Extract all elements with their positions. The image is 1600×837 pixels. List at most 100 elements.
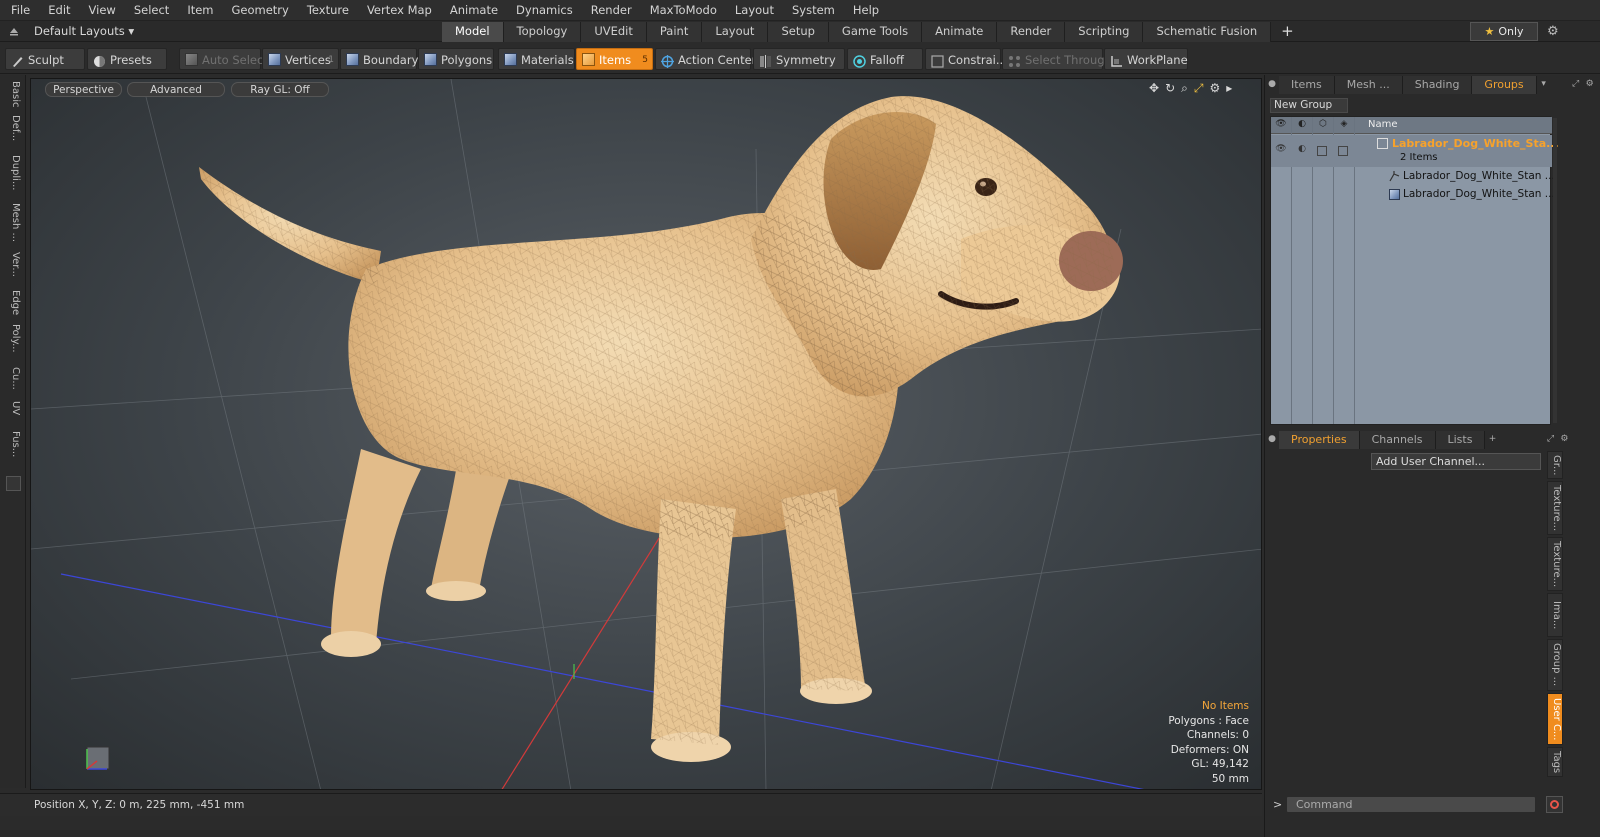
menu-dynamics[interactable]: Dynamics bbox=[507, 0, 582, 21]
tab-topology[interactable]: Topology bbox=[503, 22, 582, 42]
palette-extra-button[interactable] bbox=[6, 476, 21, 491]
tab-properties[interactable]: Properties bbox=[1279, 431, 1360, 449]
palette-tab-deform[interactable]: Def... bbox=[5, 115, 21, 141]
panel-gear-icon[interactable]: ⚙ bbox=[1583, 75, 1597, 94]
group-eye-icon[interactable]: 👁 bbox=[1275, 144, 1287, 156]
tab-render[interactable]: Render bbox=[997, 22, 1066, 42]
symmetry-button[interactable]: Symmetry bbox=[753, 48, 845, 70]
menu-help[interactable]: Help bbox=[844, 0, 888, 21]
menu-animate[interactable]: Animate bbox=[441, 0, 507, 21]
palette-tab-mesh[interactable]: Mesh ... bbox=[5, 203, 21, 242]
tab-scripting[interactable]: Scripting bbox=[1065, 22, 1144, 42]
menu-vertex-map[interactable]: Vertex Map bbox=[358, 0, 441, 21]
layout-dropdown[interactable]: Default Layouts ▾ bbox=[34, 21, 134, 42]
tab-shading[interactable]: Shading bbox=[1402, 76, 1473, 94]
tab-uvedit[interactable]: UVEdit bbox=[581, 22, 647, 42]
palette-tab-duplicate[interactable]: Dupli... bbox=[5, 155, 21, 190]
panel-gear-icon[interactable]: ⚙ bbox=[1557, 430, 1571, 449]
raygl-button[interactable]: Ray GL: Off bbox=[231, 82, 329, 97]
render-icon[interactable]: ◐ bbox=[1296, 119, 1308, 131]
action-center-button[interactable]: Action Center bbox=[655, 48, 756, 70]
panel-maximize-icon[interactable]: ⤢ bbox=[1543, 430, 1557, 449]
side-tab-user-channels[interactable]: User C... bbox=[1547, 693, 1563, 745]
panel-maximize-icon[interactable]: ⤢ bbox=[1569, 75, 1583, 94]
add-user-channel-button[interactable]: Add User Channel... bbox=[1371, 453, 1541, 470]
group-row[interactable]: 👁 ◐ Labrador_Dog_White_Sta... 2 Items bbox=[1271, 135, 1559, 167]
tab-layout[interactable]: Layout bbox=[702, 22, 769, 42]
labrador-dog-model[interactable] bbox=[199, 96, 1123, 762]
menu-item[interactable]: Item bbox=[178, 0, 222, 21]
boundary-button[interactable]: Boundary bbox=[340, 48, 418, 70]
menu-geometry[interactable]: Geometry bbox=[223, 0, 298, 21]
tab-schematic-fusion[interactable]: Schematic Fusion bbox=[1143, 22, 1272, 42]
select-icon[interactable]: ◈ bbox=[1338, 119, 1350, 131]
record-macro-button[interactable] bbox=[1546, 796, 1563, 813]
side-tab-tags[interactable]: Tags bbox=[1547, 747, 1563, 777]
add-panel-tab-button[interactable]: + bbox=[1485, 430, 1499, 449]
palette-tab-polygon[interactable]: Poly... bbox=[5, 324, 21, 353]
side-tab-texture-2[interactable]: Texture... bbox=[1547, 537, 1563, 591]
menu-maxtomodo[interactable]: MaxToModo bbox=[641, 0, 726, 21]
add-tab-button[interactable]: + bbox=[1271, 21, 1304, 42]
tab-groups[interactable]: Groups bbox=[1472, 76, 1537, 94]
tab-dropdown-icon[interactable]: ▾ bbox=[1537, 75, 1551, 94]
tab-animate[interactable]: Animate bbox=[922, 22, 998, 42]
workplane-button[interactable]: WorkPlane bbox=[1104, 48, 1188, 70]
menu-render[interactable]: Render bbox=[582, 0, 641, 21]
menu-view[interactable]: View bbox=[80, 0, 125, 21]
zoom-icon[interactable]: ⌕ bbox=[1181, 81, 1188, 96]
viewport-gear-icon[interactable]: ⚙ bbox=[1209, 81, 1220, 96]
vertices-button[interactable]: Vertices 1 bbox=[262, 48, 339, 70]
auto-select-button[interactable]: Auto Select bbox=[179, 48, 268, 70]
advanced-button[interactable]: Advanced bbox=[127, 82, 225, 97]
menu-edit[interactable]: Edit bbox=[39, 0, 79, 21]
maximize-icon[interactable]: ⤢ bbox=[1194, 81, 1204, 96]
sculpt-button[interactable]: Sculpt bbox=[5, 48, 85, 70]
menu-select[interactable]: Select bbox=[125, 0, 178, 21]
palette-tab-curve[interactable]: Cu... bbox=[5, 367, 21, 390]
viewport-menu-arrow-icon[interactable]: ▸ bbox=[1226, 81, 1232, 96]
menu-file[interactable]: File bbox=[0, 0, 39, 21]
view-mode-button[interactable]: Perspective bbox=[45, 82, 122, 97]
list-item[interactable]: Labrador_Dog_White_Stan ... bbox=[1271, 186, 1555, 204]
group-render-icon[interactable]: ◐ bbox=[1296, 144, 1308, 156]
items-button[interactable]: Items 5 bbox=[576, 48, 653, 70]
tab-game-tools[interactable]: Game Tools bbox=[828, 22, 923, 42]
palette-tab-uv[interactable]: UV bbox=[5, 401, 21, 415]
tab-setup[interactable]: Setup bbox=[768, 22, 829, 42]
list-item[interactable]: Labrador_Dog_White_Stan ... bbox=[1271, 168, 1555, 186]
lock-icon[interactable]: ⬡ bbox=[1317, 119, 1329, 131]
side-tab-image[interactable]: Ima... bbox=[1547, 593, 1563, 637]
command-input[interactable]: Command bbox=[1286, 796, 1536, 813]
side-tab-group[interactable]: Gr... bbox=[1547, 451, 1563, 479]
tab-mesh[interactable]: Mesh ... bbox=[1334, 76, 1403, 94]
new-group-button[interactable]: New Group bbox=[1270, 98, 1348, 113]
3d-viewport[interactable]: Perspective Advanced Ray GL: Off ✥ ↻ ⌕ ⤢… bbox=[30, 78, 1262, 790]
palette-tab-fusion[interactable]: Fus... bbox=[5, 431, 21, 457]
polygons-button[interactable]: Polygons bbox=[418, 48, 494, 70]
palette-tab-vertex[interactable]: Ver... bbox=[5, 252, 21, 277]
menu-texture[interactable]: Texture bbox=[298, 0, 358, 21]
tab-model[interactable]: Model bbox=[442, 22, 504, 42]
menu-layout[interactable]: Layout bbox=[726, 0, 783, 21]
gear-icon[interactable]: ⚙ bbox=[1547, 24, 1559, 39]
only-toggle[interactable]: ★ Only bbox=[1470, 22, 1538, 41]
visibility-eye-icon[interactable]: 👁 bbox=[1275, 119, 1287, 131]
tab-items[interactable]: Items bbox=[1279, 76, 1335, 94]
side-tab-group-2[interactable]: Group ... bbox=[1547, 639, 1563, 691]
tab-lists[interactable]: Lists bbox=[1435, 431, 1486, 449]
palette-tab-edge[interactable]: Edge bbox=[5, 290, 21, 315]
constraints-button[interactable]: Constrai... bbox=[925, 48, 1007, 70]
tab-paint[interactable]: Paint bbox=[646, 22, 703, 42]
presets-button[interactable]: Presets bbox=[87, 48, 167, 70]
group-lock-checkbox[interactable] bbox=[1317, 146, 1327, 156]
pan-icon[interactable]: ✥ bbox=[1149, 81, 1159, 96]
rotate-icon[interactable]: ↻ bbox=[1165, 81, 1175, 96]
select-through-button[interactable]: Select Through bbox=[1002, 48, 1112, 70]
menu-system[interactable]: System bbox=[783, 0, 844, 21]
falloff-button[interactable]: Falloff bbox=[847, 48, 923, 70]
layout-collapse-icon[interactable] bbox=[8, 25, 20, 37]
palette-tab-basic[interactable]: Basic bbox=[5, 81, 21, 107]
side-tab-texture-1[interactable]: Texture... bbox=[1547, 481, 1563, 535]
tab-channels[interactable]: Channels bbox=[1359, 431, 1436, 449]
